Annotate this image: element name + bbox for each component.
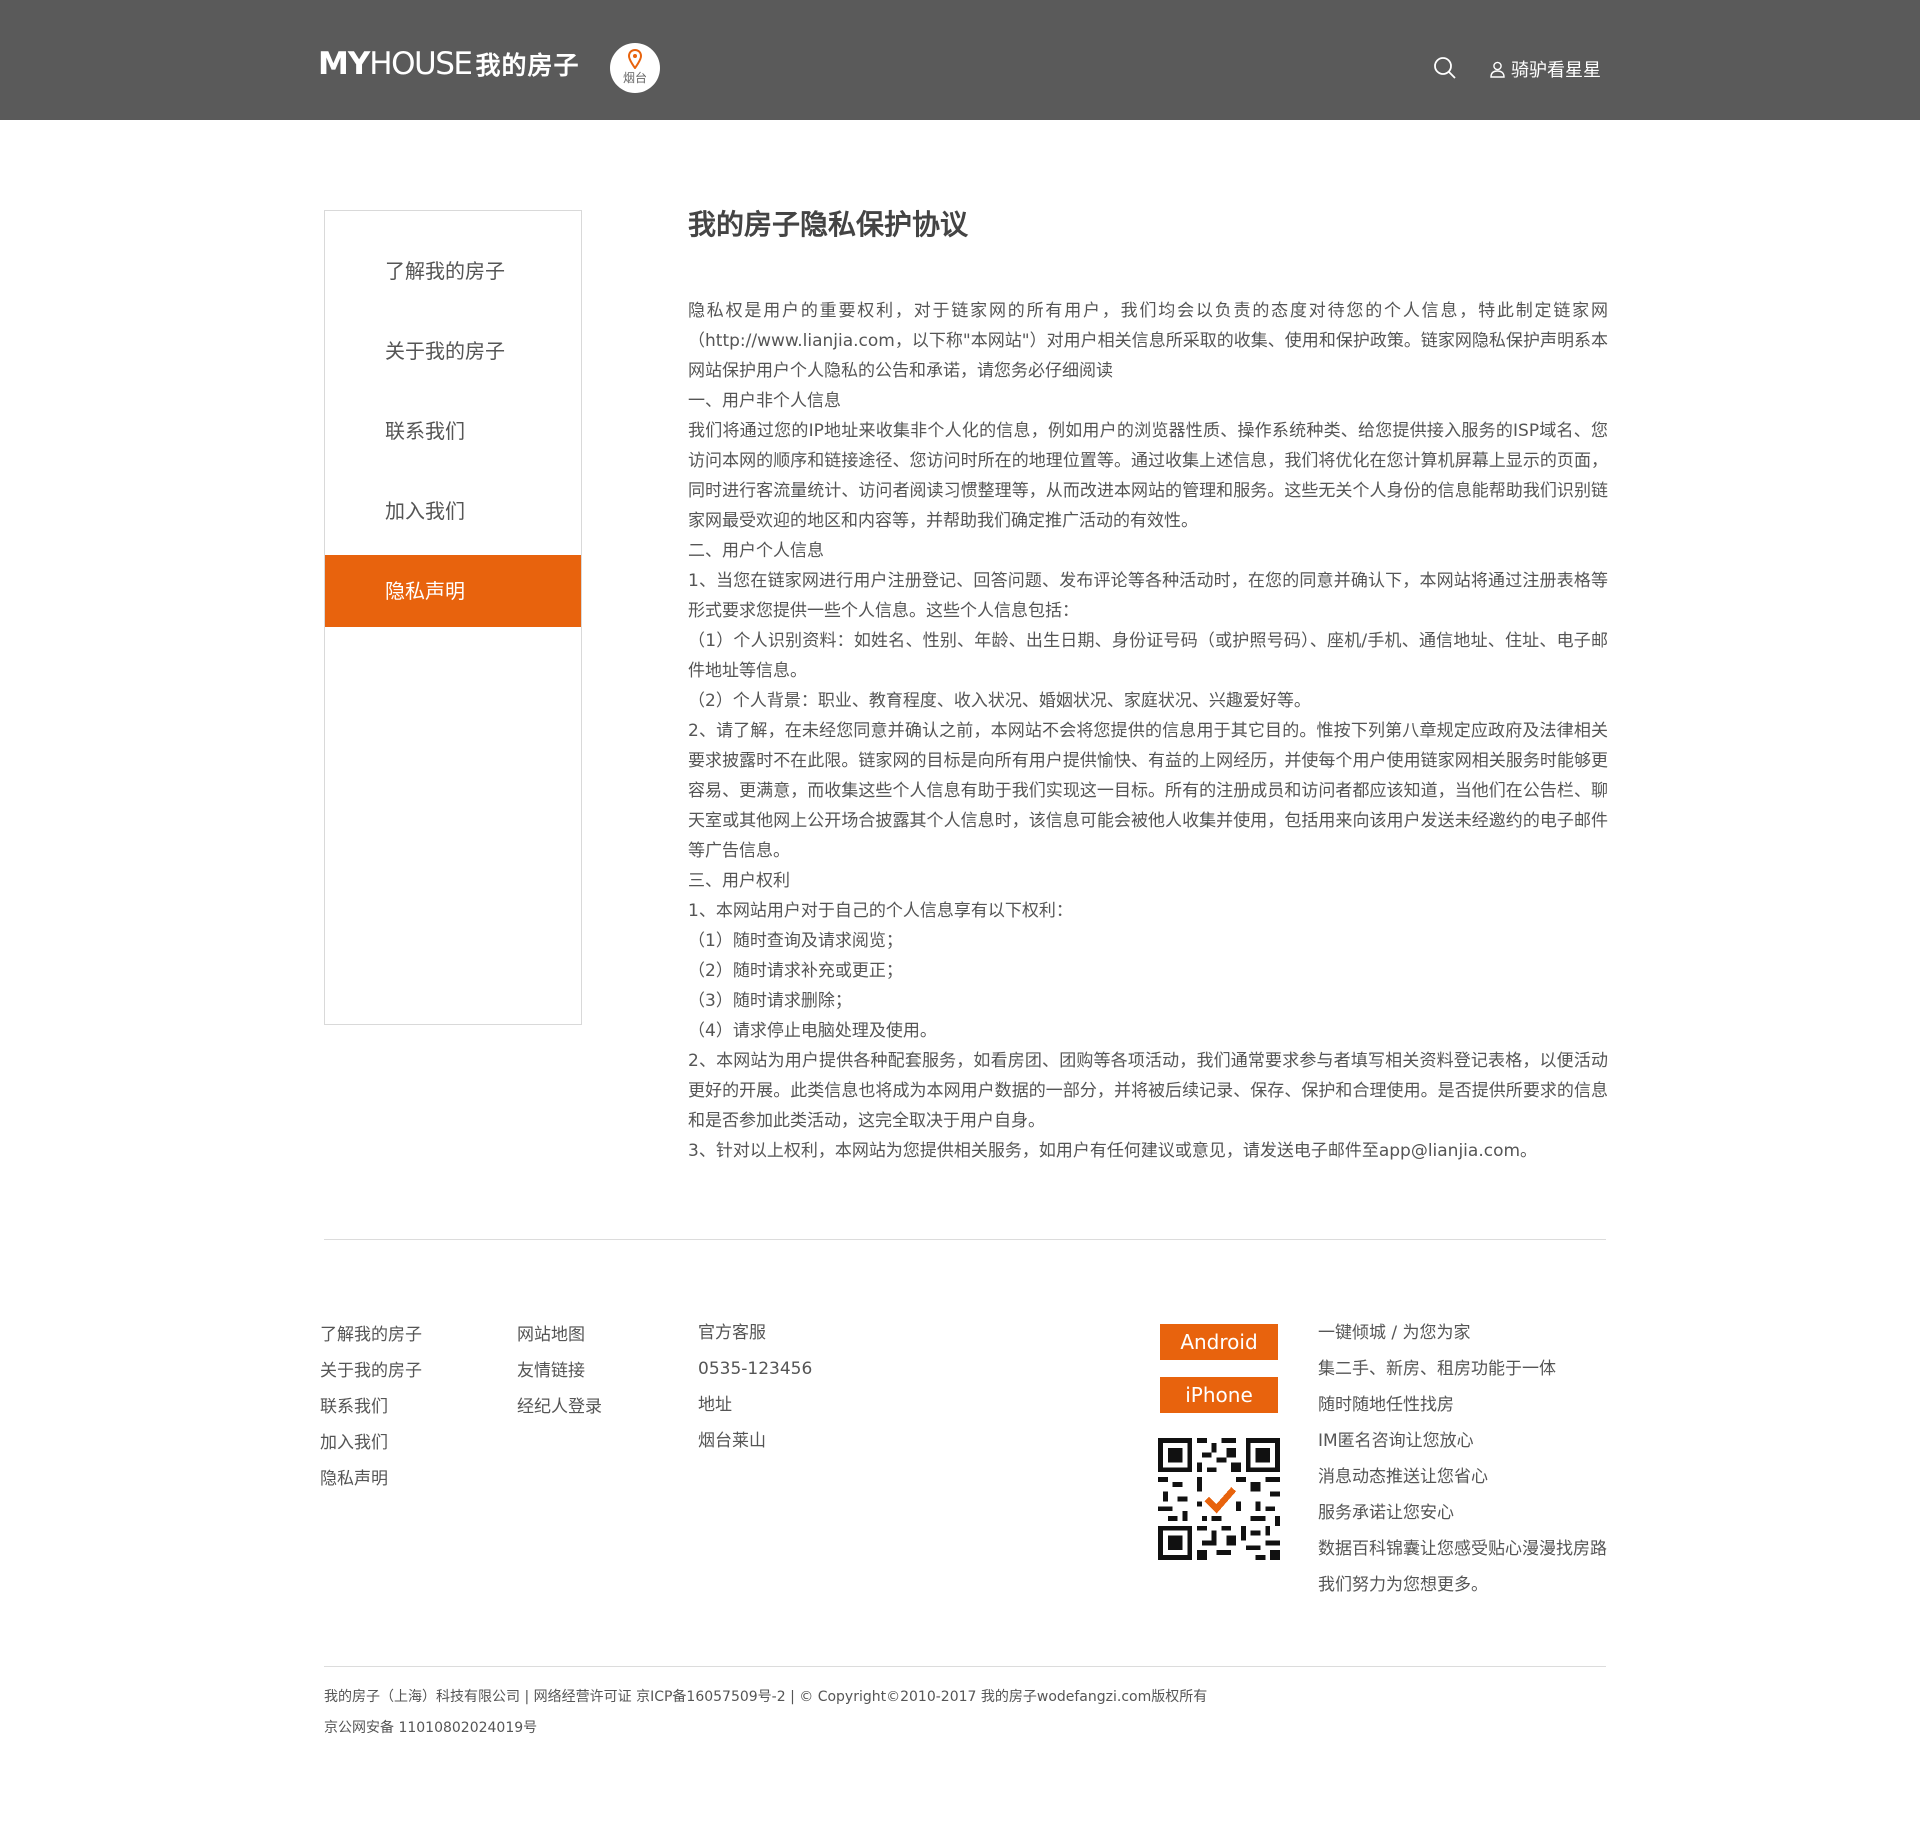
slogan-item: 消息动态推送让您省心 (1318, 1467, 1488, 1487)
footer-divider (324, 1239, 1606, 1240)
username: 骑驴看星星 (1511, 60, 1601, 81)
slogan-item: 我们努力为您想更多。 (1318, 1575, 1488, 1595)
logo[interactable]: MY HOUSE 我的房子 (318, 44, 579, 84)
footer-nav-col-2: 网站地图 友情链接 经纪人登录 (517, 1317, 602, 1425)
slogan-item: 服务承诺让您安心 (1318, 1503, 1454, 1523)
sidebar: 了解我的房子 关于我的房子 联系我们 加入我们 隐私声明 (324, 210, 582, 1025)
support-label: 官方客服 (698, 1323, 766, 1343)
sidebar-item-about-myhouse[interactable]: 了解我的房子 (325, 235, 581, 307)
slogan-item: 随时随地任性找房 (1318, 1395, 1454, 1415)
location-pin-icon (628, 49, 642, 69)
footer-link-friend-links[interactable]: 友情链接 (517, 1353, 602, 1389)
footer-nav-col-1: 了解我的房子 关于我的房子 联系我们 加入我们 隐私声明 (320, 1317, 422, 1497)
article-heading: 二、用户个人信息 (688, 541, 824, 561)
city-name: 烟台 (622, 71, 647, 85)
article-paragraph: 2、请了解，在未经您同意并确认之前，本网站不会将您提供的信息用于其它目的。惟按下… (688, 721, 1608, 861)
article-paragraph: （3）随时请求删除； (688, 991, 852, 1011)
slogan-item: 一键倾城 / 为您为家 (1318, 1323, 1471, 1343)
footer-link-privacy[interactable]: 隐私声明 (320, 1461, 422, 1497)
article-paragraph: （1）随时查询及请求阅览； (688, 931, 903, 951)
footer-link-agent-login[interactable]: 经纪人登录 (517, 1389, 602, 1425)
slogan-item: 数据百科锦囊让您感受贴心漫漫找房路 (1318, 1539, 1607, 1559)
footer-contact: 官方客服 0535-123456 地址 烟台莱山 (698, 1315, 812, 1459)
slogan-item: IM匿名咨询让您放心 (1318, 1431, 1474, 1451)
footer-link-sitemap[interactable]: 网站地图 (517, 1317, 602, 1353)
address-label: 地址 (698, 1395, 732, 1415)
qr-code (1158, 1438, 1280, 1560)
sidebar-item-contact[interactable]: 联系我们 (325, 395, 581, 467)
logo-house: HOUSE (369, 46, 473, 82)
page-title: 我的房子隐私保护协议 (688, 208, 969, 241)
copyright-divider (324, 1666, 1606, 1667)
app-features: 一键倾城 / 为您为家 集二手、新房、租房功能于一体 随时随地任性找房 IM匿名… (1318, 1315, 1607, 1603)
footer-link-join[interactable]: 加入我们 (320, 1425, 422, 1461)
police-record: 京公网安备 11010802024019号 (324, 1720, 538, 1736)
sidebar-item-privacy[interactable]: 隐私声明 (325, 555, 581, 627)
top-navbar: MY HOUSE 我的房子 烟台 骑驴看星星 (0, 0, 1920, 120)
user-icon (1490, 61, 1505, 78)
support-phone: 0535-123456 (698, 1359, 813, 1379)
footer-link-about-us[interactable]: 关于我的房子 (320, 1353, 422, 1389)
sidebar-item-join[interactable]: 加入我们 (325, 475, 581, 547)
article-heading: 三、用户权利 (688, 871, 790, 891)
sidebar-item-about-us[interactable]: 关于我的房子 (325, 315, 581, 387)
address-value: 烟台莱山 (698, 1431, 766, 1451)
city-selector[interactable]: 烟台 (610, 43, 660, 93)
article-paragraph: （2）随时请求补充或更正； (688, 961, 903, 981)
footer-link-about-myhouse[interactable]: 了解我的房子 (320, 1317, 422, 1353)
article-paragraph: 1、当您在链家网进行用户注册登记、回答问题、发布评论等各种活动时，在您的同意并确… (688, 571, 1608, 621)
iphone-download-button[interactable]: iPhone (1160, 1377, 1278, 1413)
article-paragraph: 3、针对以上权利，本网站为您提供相关服务，如用户有任何建议或意见，请发送电子邮件… (688, 1141, 1538, 1161)
article-paragraph: （4）请求停止电脑处理及使用。 (688, 1021, 937, 1041)
logo-chinese: 我的房子 (475, 51, 580, 80)
article-paragraph: 隐私权是用户的重要权利，对于链家网的所有用户，我们均会以负责的态度对待您的个人信… (688, 301, 1608, 381)
slogan-item: 集二手、新房、租房功能于一体 (1318, 1359, 1556, 1379)
logo-my: MY (318, 46, 370, 82)
article-body: 隐私权是用户的重要权利，对于链家网的所有用户，我们均会以负责的态度对待您的个人信… (688, 296, 1608, 1166)
android-download-button[interactable]: Android (1160, 1324, 1278, 1360)
article-paragraph: 2、本网站为用户提供各种配套服务，如看房团、团购等各项活动，我们通常要求参与者填… (688, 1051, 1608, 1131)
article-paragraph: 1、本网站用户对于自己的个人信息享有以下权利： (688, 901, 1073, 921)
footer-link-contact[interactable]: 联系我们 (320, 1389, 422, 1425)
article-paragraph: （1）个人识别资料：如姓名、性别、年龄、出生日期、身份证号码（或护照号码）、座机… (688, 631, 1608, 681)
article-paragraph: 我们将通过您的IP地址来收集非个人化的信息，例如用户的浏览器性质、操作系统种类、… (688, 421, 1608, 531)
article-paragraph: （2）个人背景：职业、教育程度、收入状况、婚姻状况、家庭状况、兴趣爱好等。 (688, 691, 1311, 711)
user-account-link[interactable]: 骑驴看星星 (1490, 56, 1601, 82)
copyright-text: 我的房子（上海）科技有限公司 | 网络经营许可证 京ICP备16057509号-… (324, 1689, 1208, 1705)
search-icon[interactable] (1432, 55, 1458, 81)
article-heading: 一、用户非个人信息 (688, 391, 841, 411)
